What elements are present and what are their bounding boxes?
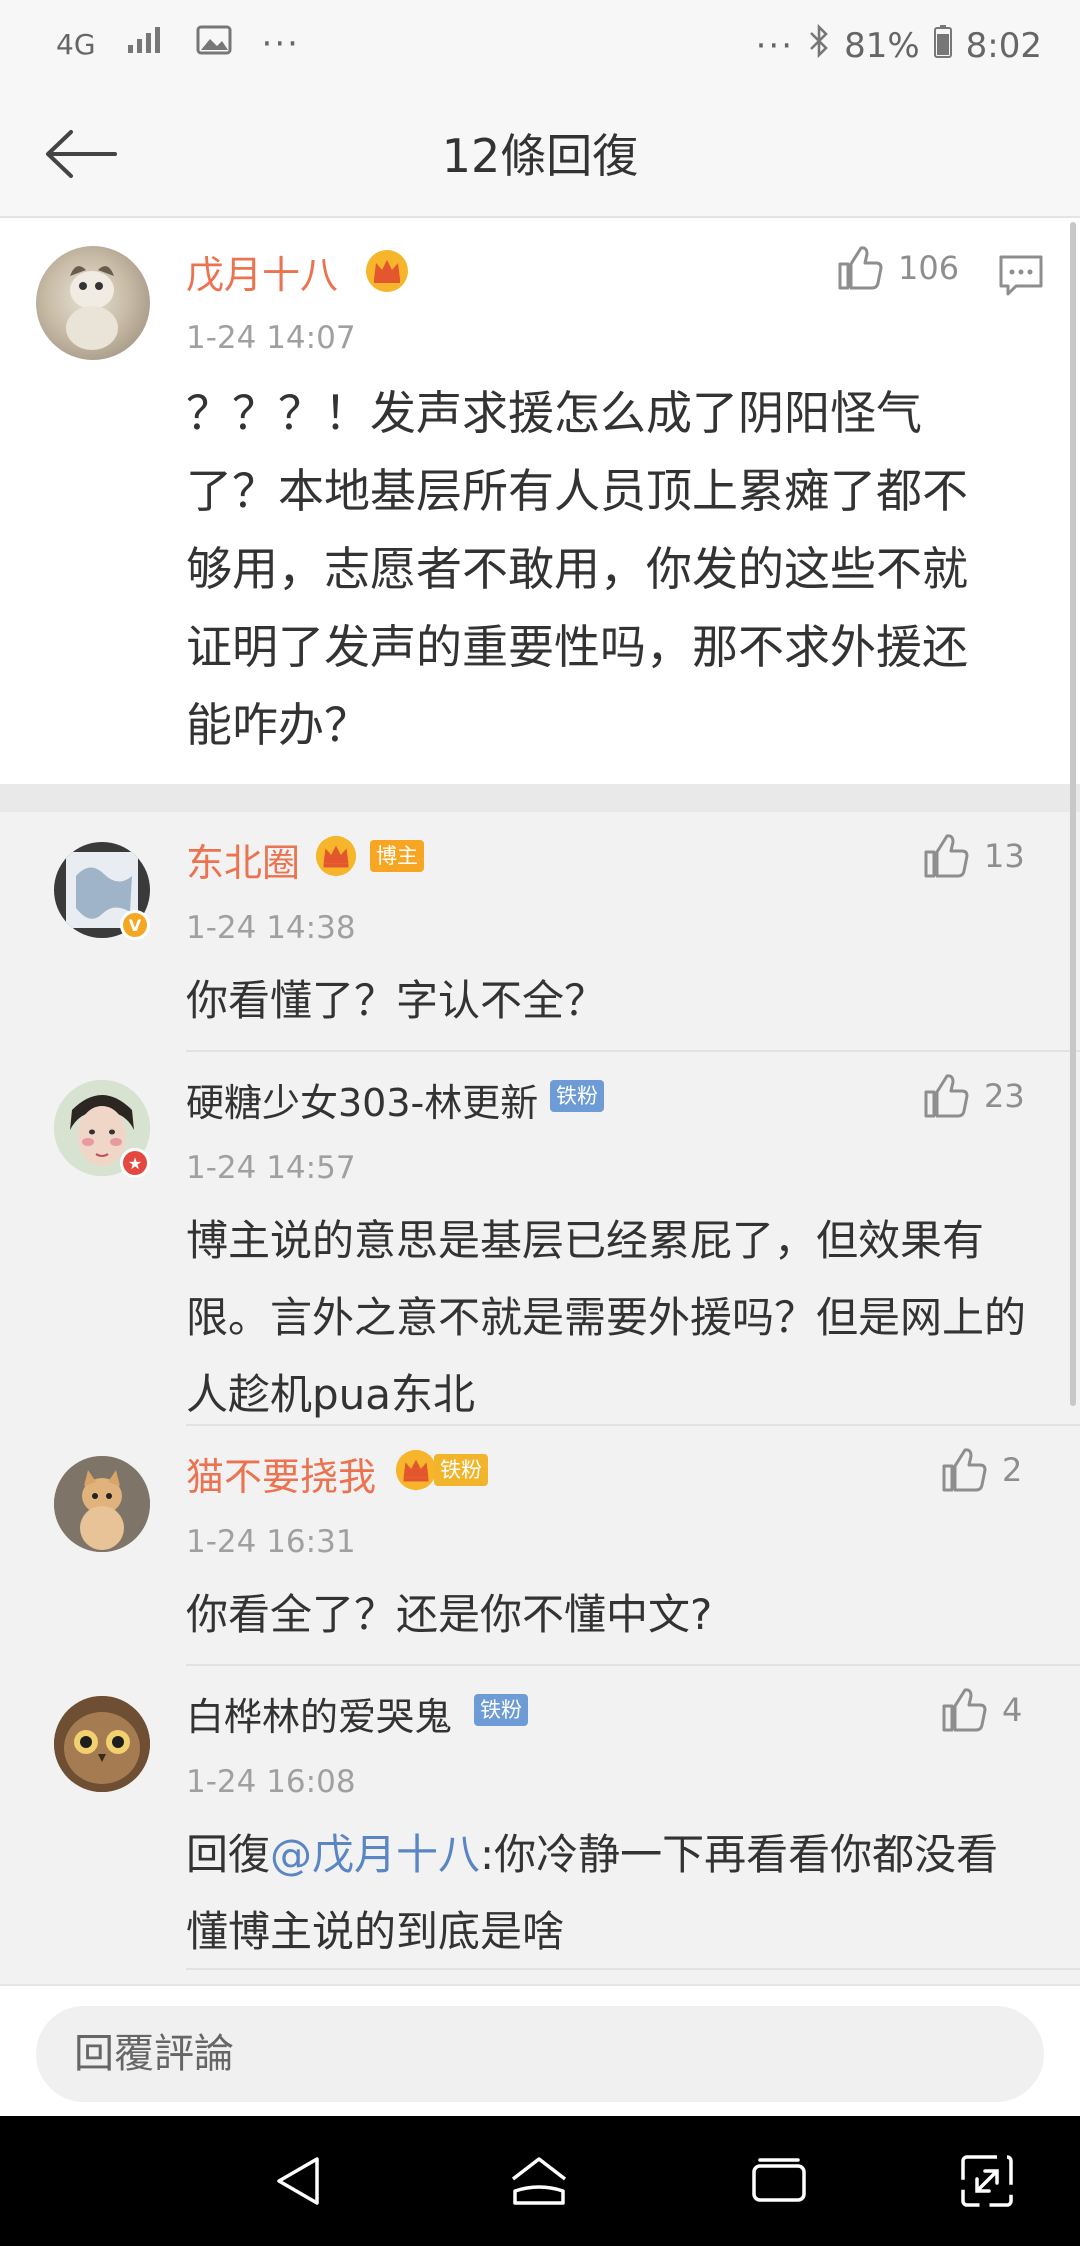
comment-line: 够用，志愿者不敢用，你发的这些不就: [186, 542, 968, 596]
reply-item: ★ 硬糖少女303-林更新 铁粉 1-24 14:57 23 博主说的意思是基层…: [0, 1052, 1080, 1424]
network-label: 4G: [56, 27, 96, 61]
crown-icon: [394, 1448, 438, 1496]
reply-item: 猫不要挠我 铁粉 1-24 16:31 2 你看全了？还是你不懂中文?: [0, 1426, 1080, 1664]
fan-badge-icon: ★: [120, 1148, 150, 1178]
mention-link[interactable]: @戊月十八: [270, 1830, 480, 1879]
like-button[interactable]: 23: [922, 1072, 1025, 1120]
comment-line: 了？本地基层所有人员顶上累瘫了都不: [186, 464, 968, 518]
image-icon: [196, 24, 232, 64]
reply-comment-button[interactable]: [998, 254, 1044, 302]
verified-badge-icon: V: [120, 910, 150, 940]
comment-time: 1-24 14:38: [186, 910, 356, 946]
username[interactable]: 白桦林的爱哭鬼: [186, 1686, 452, 1741]
like-button[interactable]: 4: [940, 1686, 1022, 1734]
nav-back-button[interactable]: [264, 2146, 334, 2216]
thumbs-up-icon: [942, 1688, 987, 1732]
thumbs-up-icon: [924, 1074, 969, 1118]
avatar[interactable]: [54, 1456, 150, 1552]
comment-text: 回復@戊月十八:你冷静一下再看看你都没看 懂博主说的到底是啥: [186, 1816, 1046, 1970]
username[interactable]: 东北圈: [186, 832, 300, 887]
like-button[interactable]: 2: [940, 1446, 1022, 1494]
page-title: 12條回復: [441, 129, 639, 183]
thumbs-up-icon: [924, 834, 969, 878]
badge-iron-fan: 铁粉: [474, 1694, 528, 1726]
reply-item: V 东北圈 博主 1-24 14:38 13 你看懂了？字认不全？: [0, 812, 1080, 1050]
battery-label: 81%: [844, 25, 920, 66]
nav-expand-button[interactable]: [952, 2146, 1022, 2216]
signal-icon: [126, 24, 166, 64]
comment-line: 回復@戊月十八:你冷静一下再看看你都没看: [186, 1816, 1046, 1893]
system-nav-bar: [0, 2116, 1080, 2246]
comment-text: 你看全了？还是你不懂中文?: [186, 1576, 1046, 1653]
status-bar: 4G ··· ··· 81% 8:02: [0, 0, 1080, 92]
comment-time: 1-24 14:07: [186, 320, 356, 356]
like-count: 13: [984, 837, 1025, 875]
like-button[interactable]: 106: [836, 244, 959, 292]
back-triangle-icon: [277, 2157, 319, 2205]
comment-icon: [999, 255, 1043, 296]
scrollbar[interactable]: [1070, 222, 1076, 1406]
like-count: 2: [1002, 1451, 1023, 1489]
expand-icon: [961, 2155, 1013, 2207]
avatar[interactable]: [54, 1696, 150, 1792]
comment-line: 限。言外之意不就是需要外援吗？但是网上的: [186, 1293, 1027, 1342]
reply-input[interactable]: 回覆評論: [36, 2006, 1044, 2102]
comment-line: ？？？！发声求援怎么成了阴阳怪气: [186, 386, 922, 440]
comment-line: 你看全了？还是你不懂中文?: [186, 1590, 713, 1639]
more-dots-icon: ···: [261, 24, 300, 64]
comment-time: 1-24 16:31: [186, 1524, 356, 1560]
like-count: 4: [1002, 1691, 1023, 1729]
comment-time: 1-24 16:08: [186, 1764, 356, 1800]
thumbs-up-icon: [838, 246, 883, 290]
badge-blogger: 博主: [370, 840, 424, 872]
reply-prefix: 回復: [186, 1830, 271, 1879]
header: 12條回復: [0, 92, 1080, 218]
comment-thread[interactable]: 戊月十八 1-24 14:07 106 ？？？！发声求援怎么成了阴阳怪气 了？本…: [0, 218, 1080, 1984]
thumbs-up-icon: [942, 1448, 987, 1492]
section-separator: [0, 784, 1080, 812]
like-count: 106: [898, 249, 960, 287]
comment-text-after-mention: :你冷静一下再看看你都没看: [480, 1830, 999, 1879]
badge-iron-fan: 铁粉: [550, 1080, 604, 1112]
reply-item: 白桦林的爱哭鬼 铁粉 1-24 16:08 4 回復@戊月十八:你冷静一下再看看…: [0, 1666, 1080, 1966]
username[interactable]: 硬糖少女303-林更新: [186, 1072, 538, 1127]
more-dots-icon: ···: [755, 25, 795, 66]
original-comment: 戊月十八 1-24 14:07 106 ？？？！发声求援怎么成了阴阳怪气 了？本…: [0, 218, 1080, 784]
clock: 8:02: [965, 25, 1042, 66]
comment-text: 你看懂了？字认不全？: [186, 962, 1046, 1039]
comment-line: 懂博主说的到底是啥: [186, 1907, 565, 1956]
avatar[interactable]: [36, 246, 150, 360]
comment-time: 1-24 14:57: [186, 1150, 356, 1186]
crown-icon: [314, 834, 358, 882]
badge-iron-fan: 铁粉: [434, 1454, 488, 1486]
like-button[interactable]: 13: [922, 832, 1025, 880]
divider: [186, 1968, 1080, 1970]
comment-line: 证明了发声的重要性吗，那不求外援还: [186, 620, 968, 674]
home-icon: [511, 2157, 567, 2205]
comment-line: 人趁机pua东北: [186, 1370, 476, 1419]
crown-icon: [364, 248, 410, 298]
username[interactable]: 猫不要挠我: [186, 1446, 376, 1501]
nav-recents-button[interactable]: [744, 2146, 814, 2216]
username[interactable]: 戊月十八: [186, 244, 338, 299]
comment-text: ？？？！发声求援怎么成了阴阳怪气 了？本地基层所有人员顶上累瘫了都不 够用，志愿…: [186, 374, 1046, 764]
like-count: 23: [984, 1077, 1025, 1115]
reply-bar: 回覆評論: [0, 1984, 1080, 2116]
comment-text: 博主说的意思是基层已经累屁了，但效果有 限。言外之意不就是需要外援吗？但是网上的…: [186, 1202, 1056, 1433]
bluetooth-icon: [808, 23, 830, 67]
recents-icon: [752, 2158, 806, 2202]
comment-line: 博主说的意思是基层已经累屁了，但效果有: [186, 1216, 985, 1265]
comment-line: 你看懂了？字认不全？: [186, 976, 607, 1025]
battery-icon: [933, 24, 952, 67]
nav-home-button[interactable]: [504, 2146, 574, 2216]
comment-line: 能咋办？: [186, 698, 370, 752]
